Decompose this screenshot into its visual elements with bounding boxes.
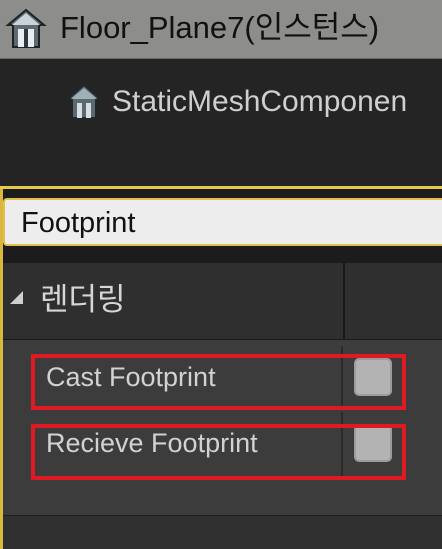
collapse-arrow-icon[interactable] (10, 291, 23, 304)
tree-item-label: StaticMeshComponen (112, 85, 408, 118)
search-value: Footprint (21, 207, 136, 239)
column-divider[interactable] (341, 346, 343, 410)
property-label: Cast Footprint (46, 362, 216, 392)
property-label: Recieve Footprint (46, 428, 258, 458)
cast-footprint-checkbox[interactable] (354, 358, 392, 396)
tree-item-static-mesh-component[interactable]: StaticMeshComponen (0, 70, 442, 132)
category-header-rendering[interactable]: 렌더링 (3, 263, 442, 340)
actor-house-icon (4, 7, 48, 51)
tree-item-floor-plane[interactable]: Floor_Plane7(인스턴스) (0, 0, 442, 59)
property-row-recieve-footprint: Recieve Footprint (3, 412, 442, 476)
editor-window: Floor_Plane7(인스턴스) StaticMeshComponen Fo… (0, 0, 442, 549)
tree-item-label: Floor_Plane7(인스턴스) (60, 10, 380, 45)
component-house-icon (64, 82, 104, 122)
recieve-footprint-checkbox[interactable] (354, 424, 392, 462)
property-list: Cast Footprint Recieve Footprint (3, 340, 442, 515)
search-input[interactable]: Footprint (3, 198, 442, 246)
component-tree: Floor_Plane7(인스턴스) StaticMeshComponen (0, 0, 442, 186)
property-row-cast-footprint: Cast Footprint (3, 346, 442, 410)
column-divider[interactable] (341, 412, 343, 476)
column-divider[interactable] (343, 263, 345, 339)
property-list-footer (3, 515, 442, 549)
details-panel: Footprint 렌더링 Cast Footprint Recieve Foo… (0, 186, 442, 549)
category-label: 렌더링 (40, 282, 126, 317)
